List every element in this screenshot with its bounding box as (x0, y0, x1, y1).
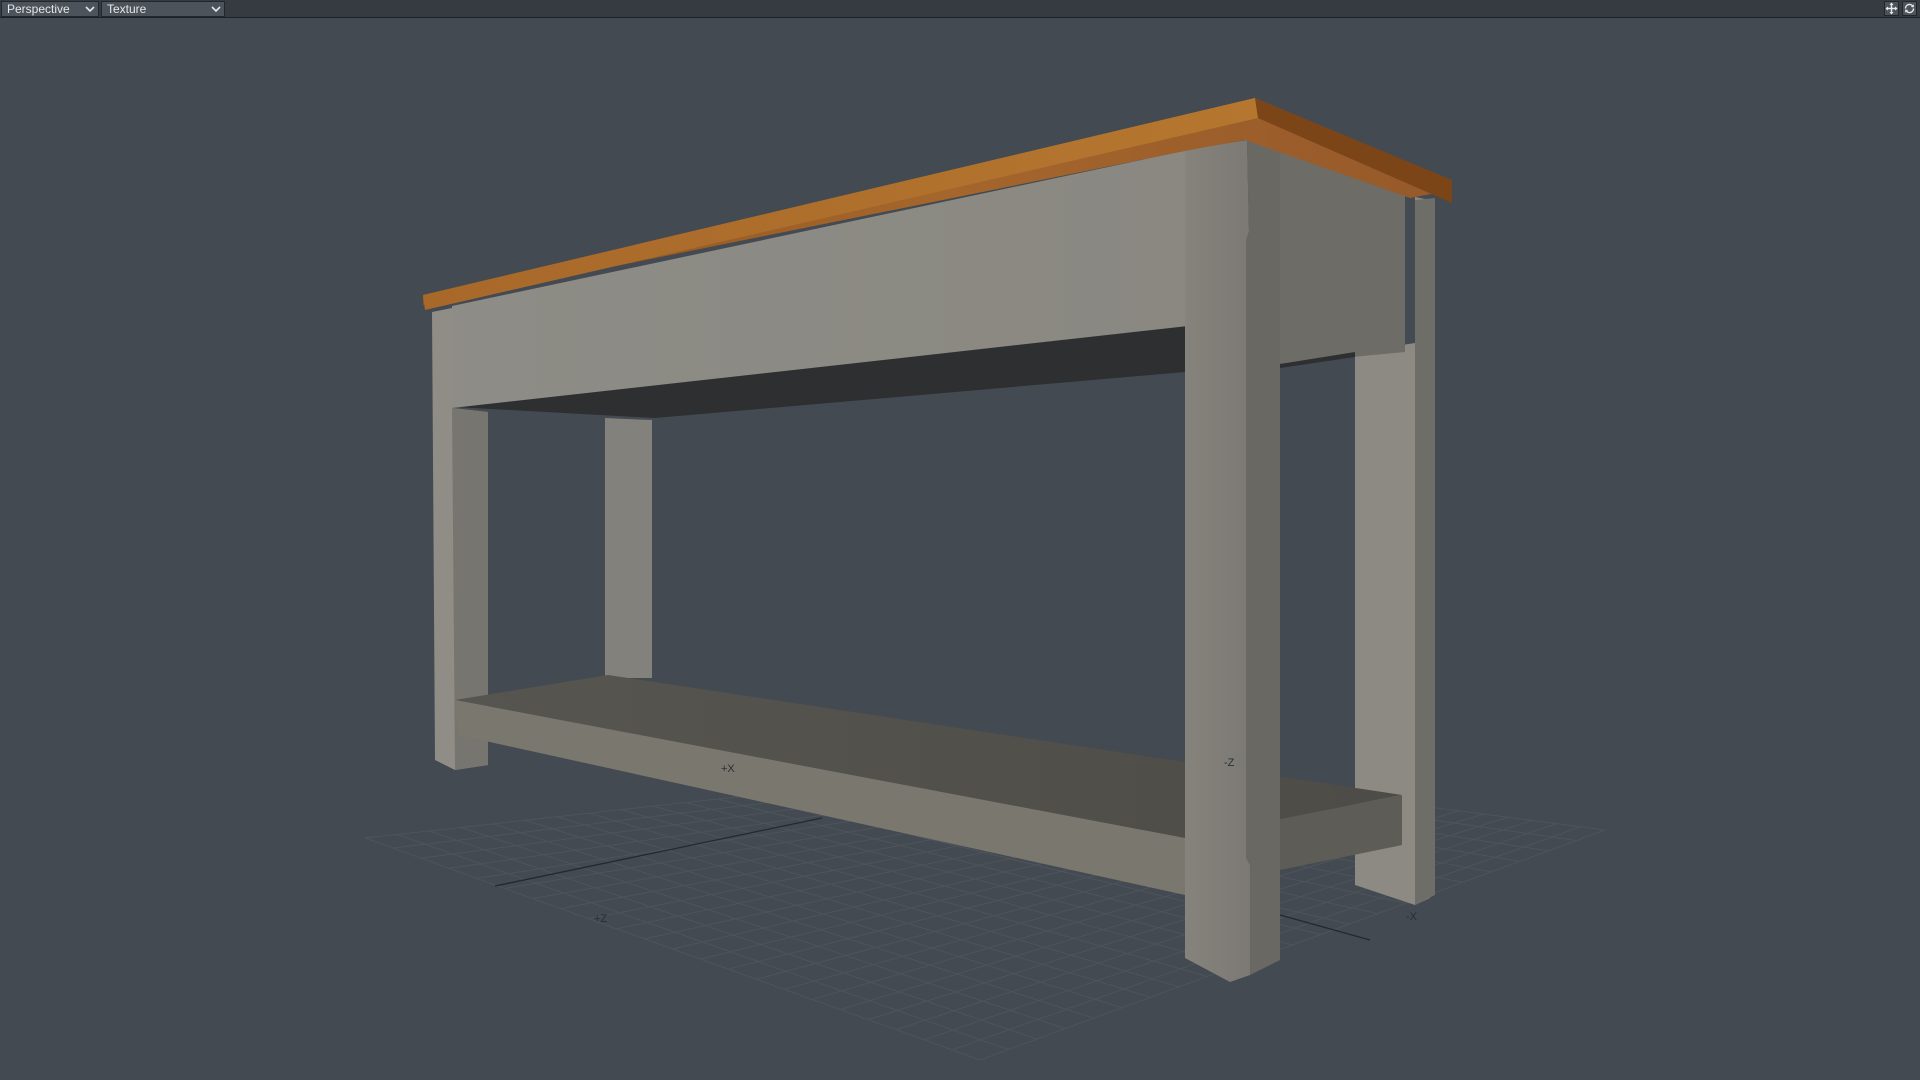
axis-label-neg-z: -Z (1224, 757, 1235, 769)
view-mode-value: Perspective (7, 2, 70, 16)
axis-label-pos-x: +X (721, 763, 735, 775)
rotate-view-icon[interactable] (1902, 1, 1917, 16)
viewport-toolbar: Perspective Texture (0, 0, 1920, 18)
render-mode-value: Texture (107, 2, 147, 16)
console-table-model[interactable] (423, 98, 1452, 982)
render-mode-dropdown[interactable]: Texture (101, 1, 225, 17)
axis-label-neg-x: -X (1406, 911, 1418, 923)
table-leg-back-left (605, 418, 652, 678)
chevron-down-icon (85, 6, 95, 13)
table-leg-front-right-side (1246, 140, 1280, 975)
chevron-down-icon (211, 6, 221, 13)
axis-label-pos-z: +Z (594, 913, 607, 925)
view-mode-dropdown[interactable]: Perspective (1, 1, 99, 17)
move-view-icon[interactable] (1884, 1, 1899, 16)
viewport-window[interactable]: Perspective Texture +X -Z +Z -X (0, 0, 1920, 1080)
table-leg-back-right-side (1415, 198, 1435, 905)
3d-scene-canvas[interactable]: +X -Z +Z -X (0, 18, 1920, 1080)
table-leg-front-right (1185, 140, 1250, 982)
